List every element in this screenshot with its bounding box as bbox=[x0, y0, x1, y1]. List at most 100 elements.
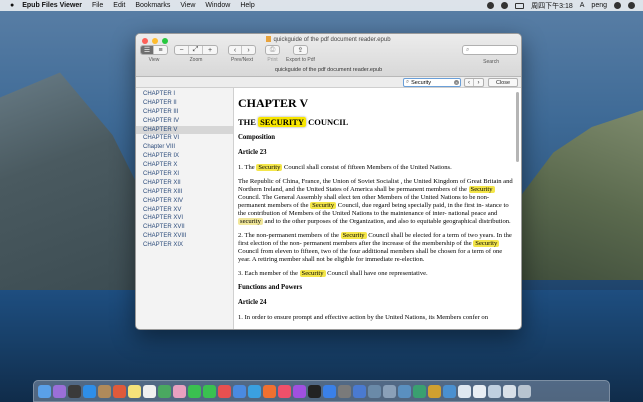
siri-icon[interactable] bbox=[614, 2, 621, 9]
menu-bookmarks[interactable]: Bookmarks bbox=[135, 2, 170, 9]
view-tool-group: ☰ ≡ View bbox=[140, 45, 168, 63]
sidebar-item-chapter-x[interactable]: CHAPTER X bbox=[136, 161, 233, 170]
zoom-fit-button[interactable]: ⤢ bbox=[189, 46, 203, 54]
utility-4-icon[interactable] bbox=[413, 384, 426, 398]
document-view[interactable]: CHAPTER V THE SECURITY COUNCIL Compositi… bbox=[234, 88, 521, 329]
podcasts-icon[interactable] bbox=[293, 384, 306, 398]
window-title: quickguide of the pdf document reader.ep… bbox=[136, 36, 521, 43]
zoom-out-button[interactable]: − bbox=[175, 46, 189, 54]
sidebar-item-chapter-xiii[interactable]: CHAPTER XIII bbox=[136, 188, 233, 197]
xcode-icon[interactable] bbox=[353, 384, 366, 398]
toolbar-search-field[interactable]: ⌕ bbox=[462, 45, 518, 55]
sidebar-view-icon[interactable]: ☰ bbox=[141, 46, 154, 54]
notification-center-icon[interactable] bbox=[628, 2, 635, 9]
menu-view[interactable]: View bbox=[180, 2, 195, 9]
view-segmented-control: ☰ ≡ bbox=[140, 45, 168, 55]
finder-icon[interactable] bbox=[38, 384, 51, 398]
notes-icon[interactable] bbox=[128, 384, 141, 398]
photos-icon[interactable] bbox=[173, 384, 186, 398]
find-next-button[interactable]: › bbox=[474, 79, 483, 86]
input-method-indicator[interactable]: A bbox=[580, 2, 585, 9]
wifi-icon[interactable] bbox=[501, 2, 509, 9]
launchpad-icon[interactable] bbox=[68, 384, 81, 398]
menu-help[interactable]: Help bbox=[240, 2, 254, 9]
match-highlight: Security bbox=[299, 270, 326, 278]
messages-icon[interactable] bbox=[203, 384, 216, 398]
document-scrollbar[interactable] bbox=[516, 92, 519, 162]
minimized-window-icon[interactable] bbox=[473, 384, 486, 398]
safari-icon[interactable] bbox=[83, 384, 96, 398]
menu-edit[interactable]: Edit bbox=[113, 2, 125, 9]
search-icon: ⌕ bbox=[466, 46, 470, 53]
clear-search-icon[interactable]: × bbox=[454, 80, 459, 85]
next-page-button[interactable]: › bbox=[242, 46, 255, 54]
desktop-mountain-left bbox=[0, 72, 150, 310]
folder-icon[interactable] bbox=[443, 384, 456, 398]
reminders-icon[interactable] bbox=[143, 384, 156, 398]
photo-booth-icon[interactable] bbox=[218, 384, 231, 398]
menu-app-name[interactable]: Epub Files Viewer bbox=[22, 2, 82, 9]
apple-tv-icon[interactable] bbox=[308, 384, 321, 398]
maps-icon[interactable] bbox=[158, 384, 171, 398]
sidebar-item-chapter-xvii[interactable]: CHAPTER XVII bbox=[136, 223, 233, 232]
menu-user[interactable]: peng bbox=[591, 2, 607, 9]
sidebar-item-chapter-vi[interactable]: CHAPTER VI bbox=[136, 134, 233, 143]
keynote-icon[interactable] bbox=[248, 384, 261, 398]
find-prev-button[interactable]: ‹ bbox=[465, 79, 474, 86]
paragraph-1: 1. The Security Council shall consist of… bbox=[238, 164, 452, 171]
contacts-icon[interactable] bbox=[98, 384, 111, 398]
sidebar-item-chapter-ii[interactable]: CHAPTER II bbox=[136, 99, 233, 108]
music-icon[interactable] bbox=[278, 384, 291, 398]
zoom-in-button[interactable]: + bbox=[203, 46, 217, 54]
utility-3-icon[interactable] bbox=[398, 384, 411, 398]
composition-heading: Composition bbox=[238, 134, 276, 141]
sidebar-item-chapter-i[interactable]: CHAPTER I bbox=[136, 90, 233, 99]
facetime-icon[interactable] bbox=[188, 384, 201, 398]
sidebar-item-chapter-iv[interactable]: CHAPTER IV bbox=[136, 117, 233, 126]
sidebar-item-chapter-xiv[interactable]: CHAPTER XIV bbox=[136, 197, 233, 206]
battery-icon[interactable] bbox=[515, 2, 525, 9]
paragraph-2: The Republic of China, France, the Union… bbox=[238, 178, 513, 226]
menu-file[interactable]: File bbox=[92, 2, 103, 9]
section-heading: THE SECURITY COUNCIL bbox=[238, 117, 349, 127]
print-button[interactable]: ⎙ bbox=[265, 45, 280, 55]
app-store-icon[interactable] bbox=[323, 384, 336, 398]
sidebar-item-chapter-xix[interactable]: CHAPTER XIX bbox=[136, 241, 233, 250]
window-thumb-icon[interactable] bbox=[503, 384, 516, 398]
siri-dock-icon[interactable] bbox=[53, 384, 66, 398]
numbers-icon[interactable] bbox=[233, 384, 246, 398]
prev-page-button[interactable]: ‹ bbox=[229, 46, 242, 54]
epub-viewer-window: quickguide of the pdf document reader.ep… bbox=[135, 33, 522, 330]
match-highlight: Security bbox=[468, 186, 495, 194]
sidebar-item-chapter-xvi[interactable]: CHAPTER XVI bbox=[136, 214, 233, 223]
calendar-icon[interactable] bbox=[113, 384, 126, 398]
pages-icon[interactable] bbox=[263, 384, 276, 398]
utility-2-icon[interactable] bbox=[383, 384, 396, 398]
sidebar-item-chapter-v[interactable]: CHAPTER V bbox=[136, 125, 233, 135]
menu-bar: ● Epub Files Viewer File Edit Bookmarks … bbox=[0, 0, 643, 11]
sidebar-item-chapter-xviii[interactable]: CHAPTER XVIII bbox=[136, 232, 233, 241]
books-icon[interactable] bbox=[428, 384, 441, 398]
export-pdf-button[interactable]: ⇪ bbox=[292, 45, 308, 55]
system-preferences-icon[interactable] bbox=[338, 384, 351, 398]
trash-icon[interactable] bbox=[518, 384, 531, 398]
list-view-icon[interactable]: ≡ bbox=[154, 46, 167, 54]
sidebar-item-chapter-iii[interactable]: CHAPTER III bbox=[136, 108, 233, 117]
menu-clock[interactable]: 周四下午3:18 bbox=[531, 1, 573, 11]
apple-menu-icon[interactable]: ● bbox=[10, 2, 14, 9]
sidebar-item-chapter-viii[interactable]: Chapter VIII bbox=[136, 143, 233, 152]
sidebar-item-chapter-xv[interactable]: CHAPTER XV bbox=[136, 206, 233, 215]
utility-icon[interactable] bbox=[368, 384, 381, 398]
control-center-icon[interactable] bbox=[487, 2, 495, 9]
sidebar-item-chapter-ix[interactable]: CHAPTER IX bbox=[136, 152, 233, 161]
sidebar-item-chapter-xi[interactable]: CHAPTER XI bbox=[136, 170, 233, 179]
find-input[interactable]: ⌕ Security × bbox=[403, 78, 461, 87]
find-close-button[interactable]: Close bbox=[488, 78, 518, 87]
functions-heading: Functions and Powers bbox=[238, 284, 303, 292]
find-bar: ⌕ Security × ‹ › Close bbox=[136, 77, 521, 88]
downloads-folder-icon[interactable] bbox=[488, 384, 501, 398]
preview-icon[interactable] bbox=[458, 384, 471, 398]
menu-window[interactable]: Window bbox=[205, 2, 230, 9]
find-nav: ‹ › bbox=[464, 78, 484, 87]
sidebar-item-chapter-xii[interactable]: CHAPTER XII bbox=[136, 179, 233, 188]
